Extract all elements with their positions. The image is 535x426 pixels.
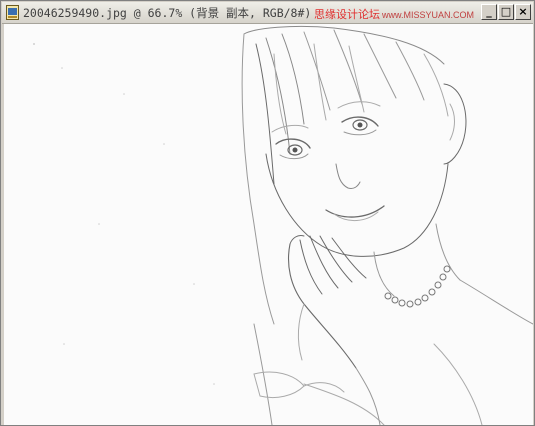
close-icon: × — [518, 5, 528, 18]
title-bar[interactable]: 20046259490.jpg @ 66.7% (背景 副本, RGB/8#) … — [2, 2, 533, 24]
photoshop-document-icon — [6, 5, 19, 20]
document-title: 20046259490.jpg @ 66.7% (背景 副本, RGB/8#) — [23, 5, 312, 20]
maximize-icon: □ — [500, 5, 512, 18]
watermark-url: www.MISSYUAN.COM — [381, 10, 474, 20]
minimize-icon: _ — [486, 5, 492, 18]
close-button[interactable]: × — [515, 4, 531, 20]
document-window: 20046259490.jpg @ 66.7% (背景 副本, RGB/8#) … — [0, 0, 535, 426]
maximize-button[interactable]: □ — [498, 4, 514, 20]
image-canvas[interactable] — [4, 24, 533, 425]
watermark-text: 思缘设计论坛 — [313, 8, 380, 21]
window-controls: _ □ × — [481, 4, 531, 20]
pencil-sketch-portrait — [4, 24, 533, 425]
minimize-button[interactable]: _ — [481, 4, 497, 20]
watermark: 思缘设计论坛 www.MISSYUAN.COM — [314, 6, 474, 22]
